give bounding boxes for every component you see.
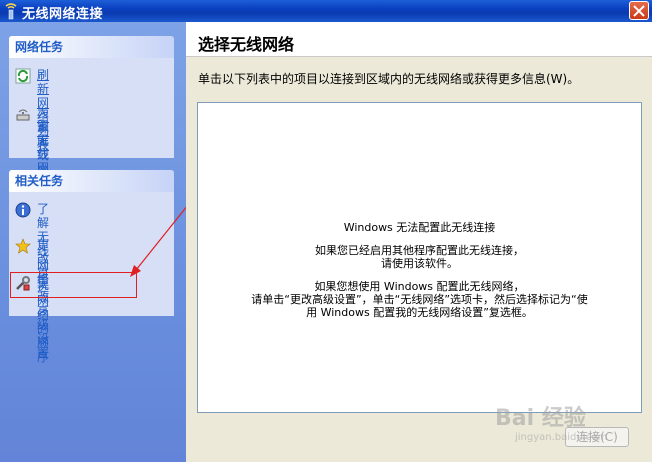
- watermark-subtext: jingyan.baidu.com: [515, 432, 608, 443]
- message-line-6: 用 Windows 配置我的无线网络设置”复选框。: [306, 306, 533, 319]
- main-panel: 选择无线网络 单击以下列表中的项目以连接到区域内的无线网络或获得更多信息(W)。…: [186, 22, 652, 462]
- watermark: Bai 经验 jingyan.baidu.com: [495, 400, 607, 443]
- message-line-1: Windows 无法配置此无线连接: [343, 221, 496, 234]
- page-title: 选择无线网络: [198, 35, 295, 54]
- message-line-5: 请单击“更改高级设置”，单击“无线网络”选项卡，然后选择标记为“使: [251, 293, 588, 306]
- message-line-4: 如果您想使用 Windows 配置此无线网络，: [314, 280, 525, 293]
- main-header: 选择无线网络: [186, 22, 652, 56]
- message-line-2: 如果您已经启用其他程序配置此无线连接，: [315, 244, 524, 257]
- message-line-3: 请使用该软件。: [381, 257, 458, 270]
- watermark-text: Bai 经验: [495, 406, 586, 431]
- header-divider: [186, 56, 652, 57]
- instructions-text: 单击以下列表中的项目以连接到区域内的无线网络或获得更多信息(W)。: [198, 72, 580, 86]
- network-list[interactable]: Windows 无法配置此无线连接 如果您已经启用其他程序配置此无线连接， 请使…: [197, 102, 642, 413]
